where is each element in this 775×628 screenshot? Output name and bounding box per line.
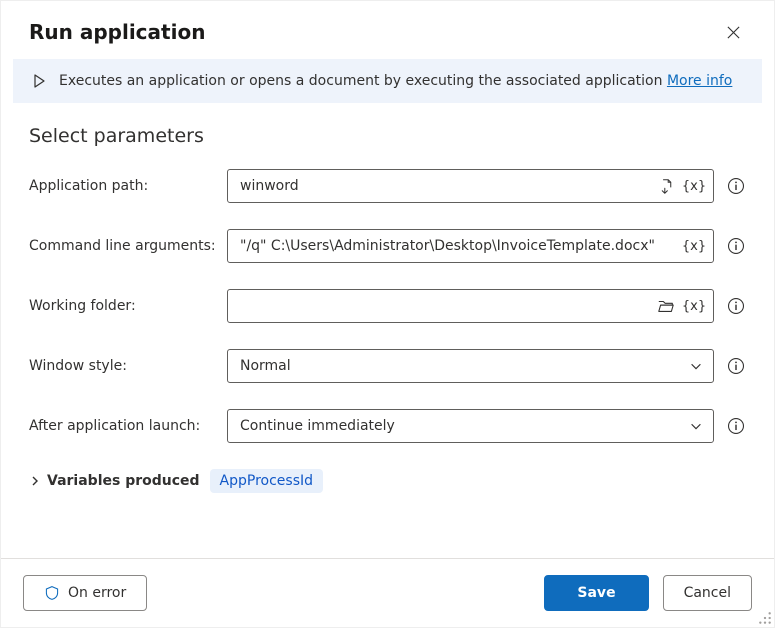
after-launch-select[interactable]: Continue immediately	[227, 409, 714, 443]
cancel-label: Cancel	[684, 585, 731, 601]
cancel-button[interactable]: Cancel	[663, 575, 752, 611]
chevron-right-icon	[29, 475, 41, 487]
command-line-args-input[interactable]	[238, 230, 683, 262]
section-title: Select parameters	[29, 125, 746, 147]
info-icon	[727, 177, 745, 195]
working-folder-input[interactable]	[238, 290, 655, 322]
after-launch-value: Continue immediately	[240, 418, 395, 434]
chevron-down-icon	[689, 419, 703, 433]
insert-variable-button[interactable]: {x}	[683, 295, 705, 317]
variables-produced-label: Variables produced	[47, 473, 200, 489]
file-picker-button[interactable]	[655, 175, 677, 197]
info-icon	[727, 297, 745, 315]
row-window-style: Window style: Normal	[29, 349, 746, 383]
label-after-launch: After application launch:	[29, 418, 227, 434]
info-button-after-launch[interactable]	[726, 416, 746, 436]
resize-grip-icon[interactable]	[758, 611, 772, 625]
save-label: Save	[577, 585, 615, 601]
label-window-style: Window style:	[29, 358, 227, 374]
info-icon	[727, 417, 745, 435]
variables-produced-row: Variables produced AppProcessId	[29, 469, 746, 493]
field-working-folder: {x}	[227, 289, 714, 323]
dialog-title: Run application	[29, 20, 205, 44]
file-arrow-icon	[658, 178, 675, 195]
insert-variable-button[interactable]: {x}	[683, 235, 705, 257]
dialog-header: Run application	[1, 1, 774, 59]
field-application-path: {x}	[227, 169, 714, 203]
info-banner: Executes an application or opens a docum…	[13, 59, 762, 103]
banner-text-wrap: Executes an application or opens a docum…	[59, 73, 732, 89]
run-application-dialog: Run application Executes an application …	[0, 0, 775, 628]
dialog-body: Select parameters Application path: {x}	[1, 103, 774, 558]
row-working-folder: Working folder: {x}	[29, 289, 746, 323]
info-button-window-style[interactable]	[726, 356, 746, 376]
info-icon	[727, 237, 745, 255]
row-after-launch: After application launch: Continue immed…	[29, 409, 746, 443]
dialog-footer: On error Save Cancel	[1, 558, 774, 627]
variable-pill[interactable]: AppProcessId	[210, 469, 323, 493]
chevron-down-icon	[689, 359, 703, 373]
window-style-select[interactable]: Normal	[227, 349, 714, 383]
field-command-line-args: {x}	[227, 229, 714, 263]
banner-text: Executes an application or opens a docum…	[59, 73, 667, 89]
variables-produced-expander[interactable]: Variables produced	[29, 473, 200, 489]
info-button-app-path[interactable]	[726, 176, 746, 196]
close-button[interactable]	[720, 19, 746, 45]
close-icon	[726, 25, 741, 40]
insert-variable-button[interactable]: {x}	[683, 175, 705, 197]
label-working-folder: Working folder:	[29, 298, 227, 314]
on-error-button[interactable]: On error	[23, 575, 147, 611]
on-error-label: On error	[68, 585, 126, 601]
shield-icon	[44, 585, 60, 601]
play-icon	[31, 73, 47, 89]
more-info-link[interactable]: More info	[667, 73, 732, 89]
info-button-args[interactable]	[726, 236, 746, 256]
row-application-path: Application path: {x}	[29, 169, 746, 203]
save-button[interactable]: Save	[544, 575, 648, 611]
application-path-input[interactable]	[238, 170, 655, 202]
info-button-working-folder[interactable]	[726, 296, 746, 316]
row-command-line-args: Command line arguments: {x}	[29, 229, 746, 263]
window-style-value: Normal	[240, 358, 291, 374]
folder-open-icon	[657, 297, 675, 315]
folder-picker-button[interactable]	[655, 295, 677, 317]
label-application-path: Application path:	[29, 178, 227, 194]
label-command-line-args: Command line arguments:	[29, 238, 227, 254]
info-icon	[727, 357, 745, 375]
